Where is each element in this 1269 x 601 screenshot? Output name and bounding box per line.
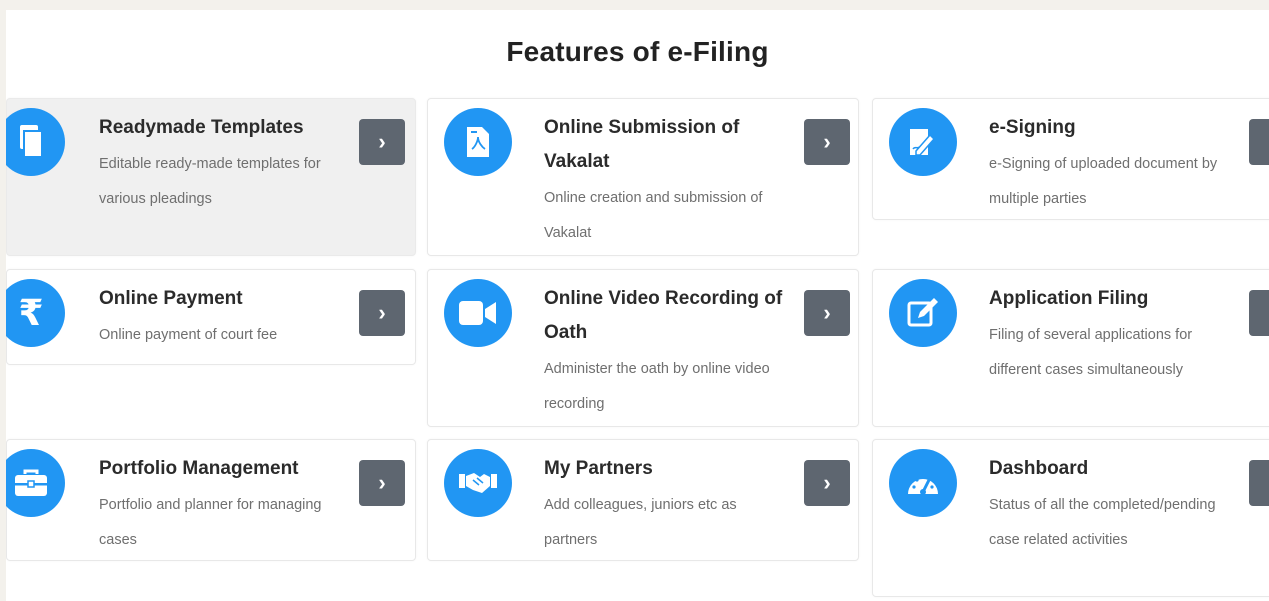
pdf-file-icon	[444, 108, 512, 176]
feature-title: Online Payment	[99, 288, 243, 309]
feature-open-button[interactable]: ›	[359, 290, 405, 336]
feature-description: Online creation and submission of Vakala…	[544, 190, 763, 241]
feature-card-e-signing[interactable]: e-Signing e-Signing of uploaded document…	[872, 98, 1269, 220]
features-panel: Features of e-Filing Readymade Templates…	[6, 10, 1269, 601]
feature-title: Online Submission of Vakalat	[544, 117, 740, 172]
feature-description: Add colleagues, juniors etc as partners	[544, 497, 737, 548]
feature-card-application-filing[interactable]: Application Filing Filing of several app…	[872, 269, 1269, 427]
feature-description: e-Signing of uploaded document by multip…	[989, 156, 1218, 207]
rupee-icon: ₹	[6, 279, 65, 347]
feature-card-online-video-oath[interactable]: Online Video Recording of Oath Administe…	[427, 269, 859, 427]
feature-open-button[interactable]: ›	[359, 119, 405, 165]
feature-card-dashboard[interactable]: Dashboard Status of all the completed/pe…	[872, 439, 1269, 597]
feature-title: e-Signing	[989, 117, 1076, 138]
feature-description: Portfolio and planner for managing cases	[99, 497, 322, 548]
video-camera-icon	[444, 279, 512, 347]
feature-card-online-submission-vakalat[interactable]: Online Submission of Vakalat Online crea…	[427, 98, 859, 256]
feature-description: Status of all the completed/pending case…	[989, 497, 1216, 548]
feature-title: Online Video Recording of Oath	[544, 288, 783, 343]
edit-icon	[889, 279, 957, 347]
feature-title: Application Filing	[989, 288, 1149, 309]
document-copy-icon	[6, 108, 65, 176]
feature-card-my-partners[interactable]: My Partners Add colleagues, juniors etc …	[427, 439, 859, 561]
feature-open-button[interactable]: ›	[1249, 119, 1269, 165]
feature-description: Filing of several applications for diffe…	[989, 327, 1193, 378]
feature-title: Dashboard	[989, 458, 1089, 479]
feature-description: Editable ready-made templates for variou…	[99, 156, 321, 207]
feature-open-button[interactable]: ›	[804, 119, 850, 165]
feature-open-button[interactable]: ›	[1249, 460, 1269, 506]
feature-description: Online payment of court fee	[99, 327, 278, 343]
feature-title: Portfolio Management	[99, 458, 299, 479]
briefcase-icon	[6, 449, 65, 517]
section-title: Features of e-Filing	[506, 36, 769, 67]
feature-card-readymade-templates[interactable]: Readymade Templates Editable ready-made …	[6, 98, 416, 256]
feature-open-button[interactable]: ›	[804, 290, 850, 336]
signature-icon	[889, 108, 957, 176]
feature-description: Administer the oath by online video reco…	[544, 361, 770, 412]
feature-open-button[interactable]: ›	[804, 460, 850, 506]
feature-card-portfolio-management[interactable]: Portfolio Management Portfolio and plann…	[6, 439, 416, 561]
dashboard-gauge-icon	[889, 449, 957, 517]
feature-title: My Partners	[544, 458, 653, 479]
feature-open-button[interactable]: ›	[1249, 290, 1269, 336]
feature-title: Readymade Templates	[99, 117, 304, 138]
feature-card-online-payment[interactable]: ₹ Online Payment Online payment of court…	[6, 269, 416, 365]
handshake-icon	[444, 449, 512, 517]
feature-open-button[interactable]: ›	[359, 460, 405, 506]
